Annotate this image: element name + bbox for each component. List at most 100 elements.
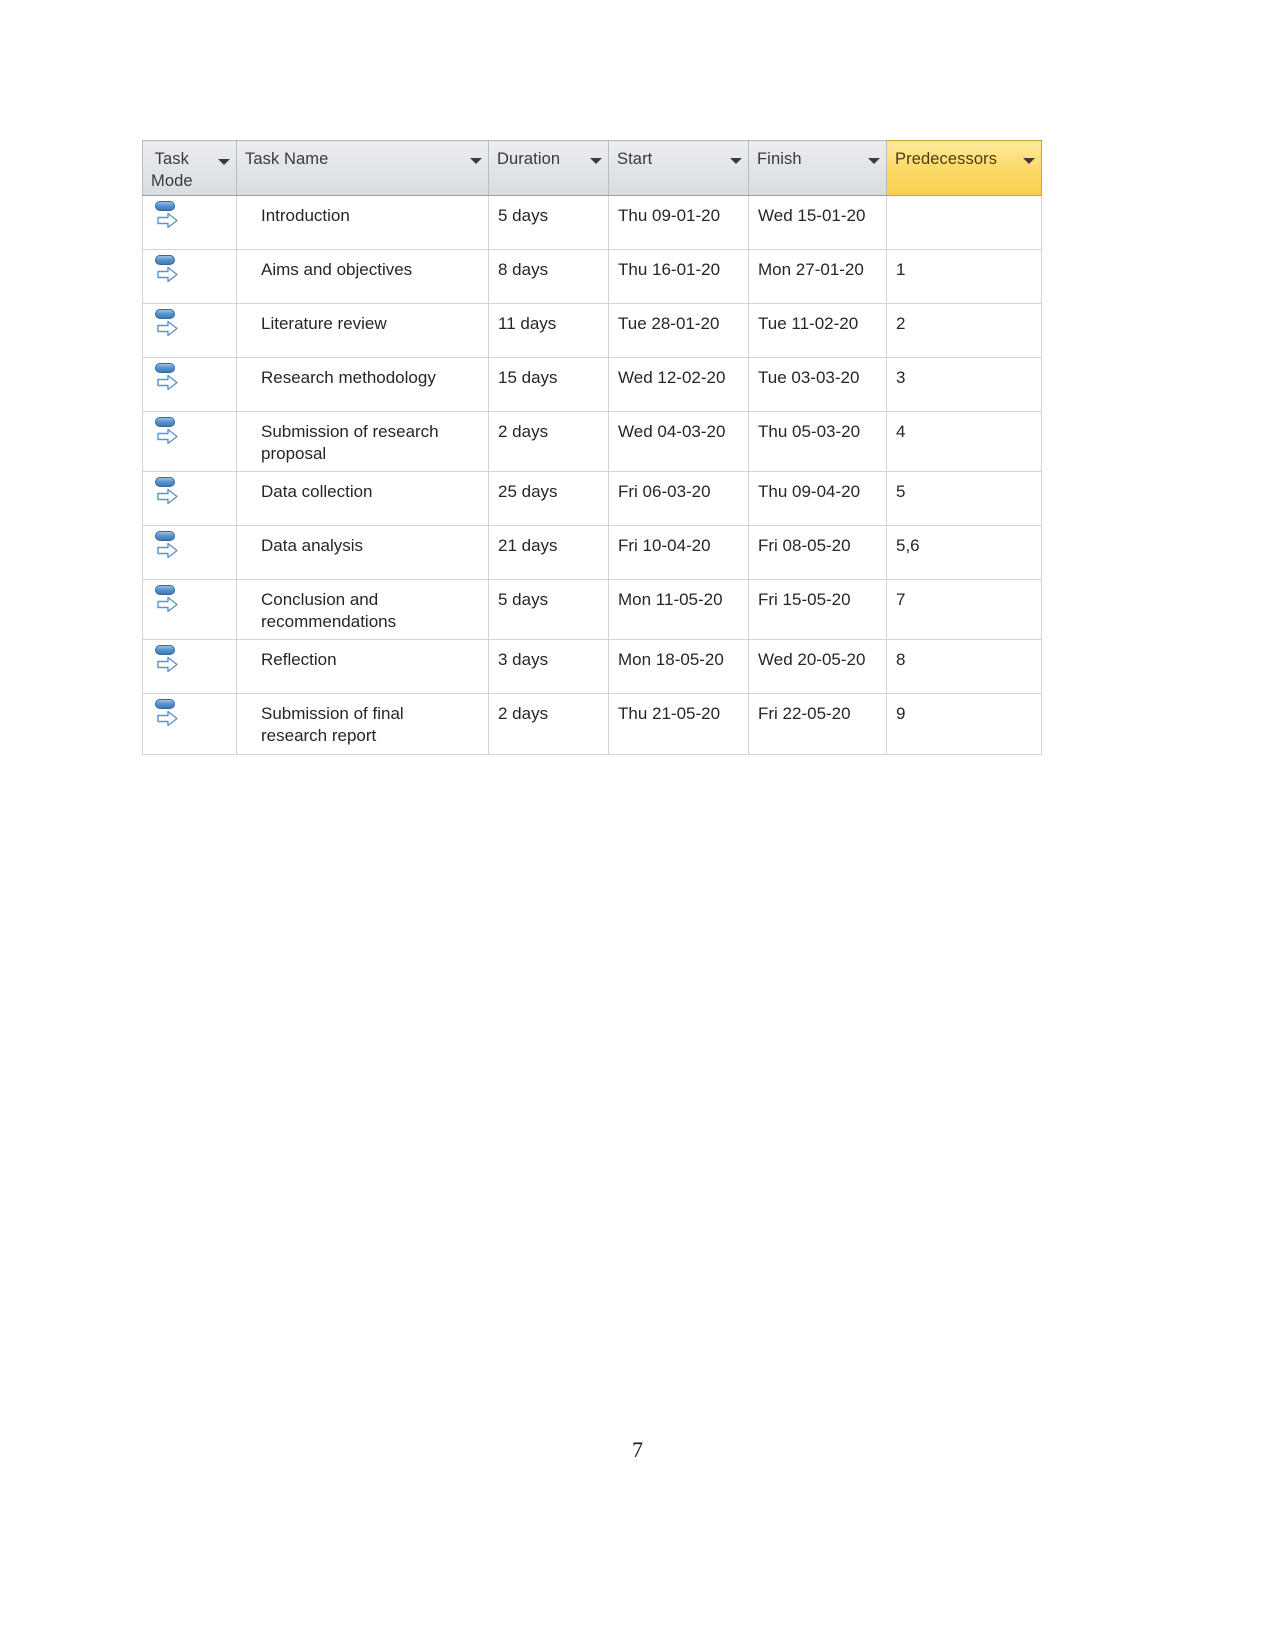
column-header-label-start: Start — [617, 150, 653, 168]
cell-start[interactable]: Fri 10-04-20 — [608, 525, 749, 581]
cell-duration[interactable]: 21 days — [488, 525, 609, 581]
cell-duration[interactable]: 5 days — [488, 195, 609, 250]
cell-task-mode[interactable] — [142, 525, 237, 581]
cell-predecessors[interactable]: 4 — [886, 411, 1042, 473]
cell-finish[interactable]: Fri 22-05-20 — [748, 693, 887, 755]
chevron-down-icon[interactable] — [868, 158, 880, 164]
cell-task-name[interactable]: Submission of research proposal — [236, 411, 489, 473]
manually-scheduled-task-icon — [155, 585, 181, 615]
column-header-finish[interactable]: Finish — [748, 140, 887, 196]
cell-task-name[interactable]: Introduction — [236, 195, 489, 250]
table-row[interactable]: Aims and objectives 8 days Thu 16-01-20 … — [142, 249, 1042, 304]
cell-duration[interactable]: 15 days — [488, 357, 609, 412]
table-body: Introduction 5 days Thu 09-01-20 Wed 15-… — [142, 195, 1042, 755]
table-row[interactable]: Conclusion and recommendations 5 days Mo… — [142, 579, 1042, 641]
cell-duration[interactable]: 2 days — [488, 693, 609, 755]
cell-start[interactable]: Mon 11-05-20 — [608, 579, 749, 641]
chevron-down-icon[interactable] — [590, 158, 602, 164]
project-task-table: Task Mode Task Name Duration Start Finis… — [142, 140, 1042, 755]
cell-finish[interactable]: Tue 03-03-20 — [748, 357, 887, 412]
table-row[interactable]: Introduction 5 days Thu 09-01-20 Wed 15-… — [142, 195, 1042, 250]
column-header-label-predecessors: Predecessors — [895, 150, 998, 168]
cell-finish[interactable]: Thu 09-04-20 — [748, 471, 887, 527]
cell-task-mode[interactable] — [142, 357, 237, 412]
cell-task-mode[interactable] — [142, 693, 237, 755]
table-row[interactable]: Submission of research proposal 2 days W… — [142, 411, 1042, 473]
cell-predecessors[interactable] — [886, 195, 1042, 250]
cell-duration[interactable]: 3 days — [488, 639, 609, 695]
cell-start[interactable]: Thu 16-01-20 — [608, 249, 749, 304]
chevron-down-icon[interactable] — [1023, 158, 1035, 164]
right-arrow-shape — [157, 711, 178, 727]
cell-duration[interactable]: 8 days — [488, 249, 609, 304]
cell-task-name[interactable]: Reflection — [236, 639, 489, 695]
cell-task-mode[interactable] — [142, 639, 237, 695]
predecessors-text: 8 — [896, 650, 906, 670]
cell-predecessors[interactable]: 9 — [886, 693, 1042, 755]
cell-start[interactable]: Thu 21-05-20 — [608, 693, 749, 755]
column-header-duration[interactable]: Duration — [488, 140, 609, 196]
cell-start[interactable]: Wed 12-02-20 — [608, 357, 749, 412]
pin-head-shape — [155, 363, 175, 373]
task-name-text: Research methodology — [261, 368, 436, 387]
chevron-down-icon[interactable] — [470, 158, 482, 164]
cell-finish[interactable]: Mon 27-01-20 — [748, 249, 887, 304]
cell-predecessors[interactable]: 3 — [886, 357, 1042, 412]
cell-task-mode[interactable] — [142, 471, 237, 527]
cell-predecessors[interactable]: 8 — [886, 639, 1042, 695]
predecessors-text: 1 — [896, 260, 906, 279]
cell-start[interactable]: Mon 18-05-20 — [608, 639, 749, 695]
cell-task-name[interactable]: Submission of final research report — [236, 693, 489, 755]
predecessors-text: 5,6 — [896, 536, 920, 556]
cell-task-name[interactable]: Data collection — [236, 471, 489, 527]
cell-finish[interactable]: Fri 08-05-20 — [748, 525, 887, 581]
cell-finish[interactable]: Tue 11-02-20 — [748, 303, 887, 358]
column-header-task-name[interactable]: Task Name — [236, 140, 489, 196]
chevron-down-icon[interactable] — [730, 158, 742, 164]
table-row[interactable]: Submission of final research report 2 da… — [142, 693, 1042, 755]
cell-task-name[interactable]: Literature review — [236, 303, 489, 358]
task-name-text: Data collection — [261, 482, 373, 502]
predecessors-text: 9 — [896, 704, 906, 724]
column-header-predecessors[interactable]: Predecessors — [886, 140, 1042, 196]
cell-duration[interactable]: 25 days — [488, 471, 609, 527]
predecessors-text: 5 — [896, 482, 906, 502]
pin-head-shape — [155, 309, 175, 319]
table-row[interactable]: Data collection 25 days Fri 06-03-20 Thu… — [142, 471, 1042, 527]
cell-start[interactable]: Wed 04-03-20 — [608, 411, 749, 473]
cell-task-name[interactable]: Data analysis — [236, 525, 489, 581]
cell-task-name[interactable]: Conclusion and recommendations — [236, 579, 489, 641]
cell-start[interactable]: Fri 06-03-20 — [608, 471, 749, 527]
cell-duration[interactable]: 2 days — [488, 411, 609, 473]
cell-predecessors[interactable]: 7 — [886, 579, 1042, 641]
column-header-start[interactable]: Start — [608, 140, 749, 196]
cell-start[interactable]: Tue 28-01-20 — [608, 303, 749, 358]
table-row[interactable]: Research methodology 15 days Wed 12-02-2… — [142, 357, 1042, 412]
chevron-down-icon[interactable] — [218, 159, 230, 165]
cell-finish[interactable]: Fri 15-05-20 — [748, 579, 887, 641]
cell-finish[interactable]: Wed 20-05-20 — [748, 639, 887, 695]
cell-task-mode[interactable] — [142, 303, 237, 358]
table-row[interactable]: Literature review 11 days Tue 28-01-20 T… — [142, 303, 1042, 358]
cell-finish[interactable]: Wed 15-01-20 — [748, 195, 887, 250]
start-text: Thu 21-05-20 — [618, 704, 721, 724]
cell-start[interactable]: Thu 09-01-20 — [608, 195, 749, 250]
column-header-task-mode[interactable]: Task Mode — [142, 140, 237, 196]
cell-task-mode[interactable] — [142, 249, 237, 304]
cell-task-mode[interactable] — [142, 195, 237, 250]
cell-task-mode[interactable] — [142, 579, 237, 641]
cell-predecessors[interactable]: 1 — [886, 249, 1042, 304]
cell-duration[interactable]: 5 days — [488, 579, 609, 641]
cell-predecessors[interactable]: 5 — [886, 471, 1042, 527]
cell-finish[interactable]: Thu 05-03-20 — [748, 411, 887, 473]
cell-task-name[interactable]: Aims and objectives — [236, 249, 489, 304]
cell-task-name[interactable]: Research methodology — [236, 357, 489, 412]
cell-predecessors[interactable]: 5,6 — [886, 525, 1042, 581]
finish-text: Tue 11-02-20 — [758, 314, 859, 333]
cell-duration[interactable]: 11 days — [488, 303, 609, 358]
table-row[interactable]: Reflection 3 days Mon 18-05-20 Wed 20-05… — [142, 639, 1042, 695]
cell-predecessors[interactable]: 2 — [886, 303, 1042, 358]
duration-text: 21 days — [498, 536, 558, 556]
table-row[interactable]: Data analysis 21 days Fri 10-04-20 Fri 0… — [142, 525, 1042, 581]
cell-task-mode[interactable] — [142, 411, 237, 473]
